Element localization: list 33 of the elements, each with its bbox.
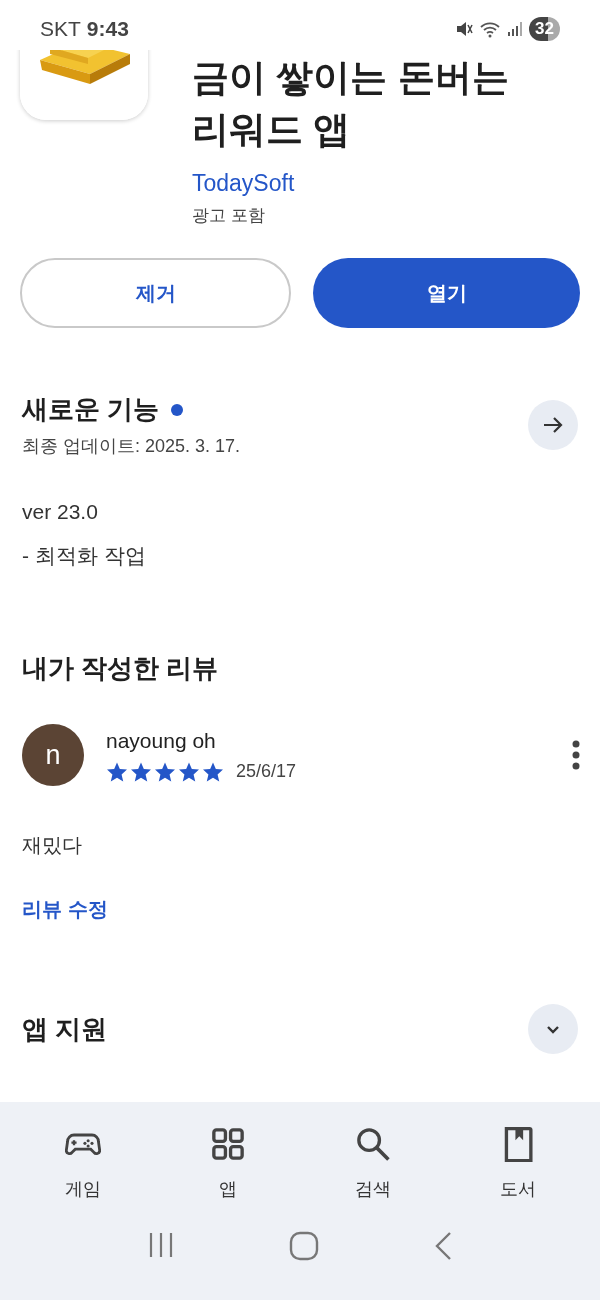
arrow-button[interactable] (528, 400, 578, 450)
mute-icon (455, 20, 474, 38)
reviewer-name: nayoung oh (106, 727, 217, 754)
more-icon (572, 740, 580, 770)
review-date: 25/6/17 (236, 760, 297, 784)
ads-note: 광고 포함 (192, 204, 265, 227)
avatar: n (22, 724, 84, 786)
section-title: 새로운 기능 (22, 393, 160, 426)
release-note: - 최적화 작업 (22, 542, 146, 569)
update-date: 최종 업데이트: 2025. 3. 17. (22, 435, 241, 458)
clock-text: 9:43 (86, 16, 129, 43)
developer-link[interactable]: TodaySoft (192, 166, 295, 201)
app-title: 금이 쌓이는 돈버는 리워드 앱 (192, 56, 510, 152)
recent-apps-icon[interactable] (147, 1231, 175, 1259)
nav-tab[interactable]: 게임 (32, 1122, 133, 1207)
nav-tab[interactable]: 앱 (177, 1122, 278, 1207)
wifi-icon (479, 20, 502, 38)
section-title: 앱 지원 (22, 1012, 108, 1046)
search-icon (354, 1126, 391, 1162)
carrier-text: SKT (40, 16, 81, 43)
nav-tab[interactable]: 검색 (322, 1122, 423, 1207)
edit-review-link[interactable]: 리뷰 수정 (22, 898, 108, 920)
signal-icon (507, 21, 524, 37)
review-text: 재밌다 (21, 833, 83, 858)
release-note: ver 23.0 (22, 499, 98, 525)
home-icon[interactable] (289, 1231, 319, 1261)
uninstall-button[interactable]: 제거 (20, 258, 291, 328)
battery-indicator: 32 (529, 17, 560, 41)
section-title: 내가 작성한 리뷰 (21, 652, 220, 685)
nav-tab[interactable]: 도서 (467, 1122, 568, 1207)
open-button[interactable]: 열기 (313, 258, 580, 328)
grid-icon (209, 1126, 246, 1162)
back-icon[interactable] (433, 1231, 453, 1261)
